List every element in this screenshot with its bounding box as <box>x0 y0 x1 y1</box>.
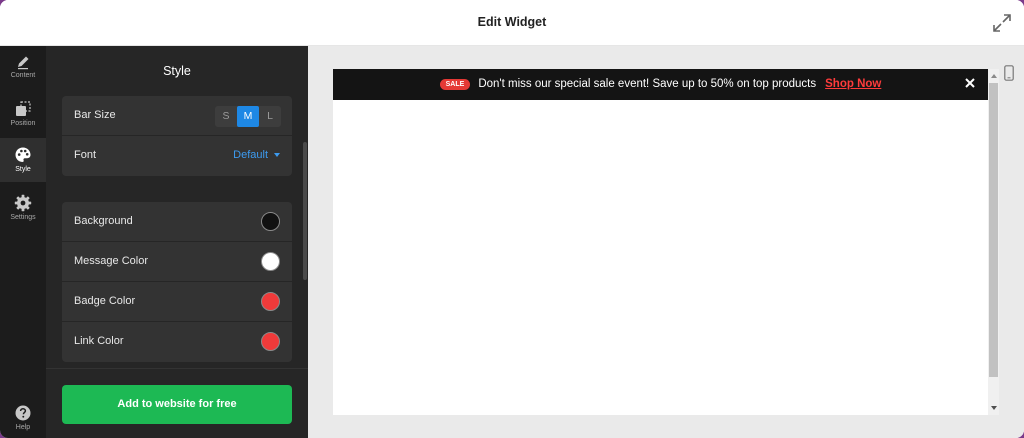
preview-area: SALE Don't miss our special sale event! S… <box>308 46 1024 438</box>
font-label: Font <box>74 149 97 161</box>
bar-size-label: Bar Size <box>74 109 116 121</box>
sidebar-item-position[interactable]: Position <box>0 92 46 136</box>
help-icon <box>15 405 31 421</box>
message-color-label: Message Color <box>74 255 148 267</box>
sidebar-item-style[interactable]: Style <box>0 138 46 182</box>
link-color-row: Link Color <box>62 322 292 362</box>
bar-size-selector: S M L <box>215 106 281 127</box>
badge-color-label: Badge Color <box>74 295 136 307</box>
background-color-row: Background <box>62 202 292 242</box>
font-row: Font Default <box>62 136 292 176</box>
mobile-icon[interactable] <box>1004 65 1014 81</box>
sidebar-item-label: Style <box>15 166 31 173</box>
gear-icon <box>14 194 32 212</box>
website-preview: SALE Don't miss our special sale event! S… <box>333 69 988 415</box>
bar-size-l-option[interactable]: L <box>259 106 281 127</box>
style-panel: Style Bar Size S M L Font Default Backgr… <box>46 46 308 438</box>
panel-scrollbar[interactable] <box>303 142 307 280</box>
badge-color-swatch[interactable] <box>261 292 280 311</box>
size-font-group: Bar Size S M L Font Default <box>62 96 292 176</box>
divider <box>46 368 308 369</box>
palette-icon <box>15 147 31 162</box>
sale-badge: SALE <box>439 79 471 90</box>
sidebar-item-label: Content <box>10 72 36 79</box>
sidebar-item-label: Settings <box>10 214 36 221</box>
add-to-website-button[interactable]: Add to website for free <box>62 385 292 424</box>
chevron-down-icon <box>274 153 280 158</box>
font-dropdown[interactable]: Default <box>233 149 280 161</box>
pencil-icon <box>18 56 29 70</box>
header-bar: Edit Widget <box>0 0 1024 46</box>
sidebar-item-help[interactable]: Help <box>0 396 46 438</box>
message-color-row: Message Color <box>62 242 292 282</box>
expand-icon[interactable] <box>992 13 1012 33</box>
panel-title: Style <box>163 64 191 78</box>
close-icon[interactable] <box>964 77 976 89</box>
announcement-bar: SALE Don't miss our special sale event! S… <box>333 69 988 100</box>
background-color-swatch[interactable] <box>261 212 280 231</box>
sidebar-item-content[interactable]: Content <box>0 46 46 90</box>
bar-size-m-option[interactable]: M <box>237 106 259 127</box>
edit-widget-window: Edit Widget Content Position Style Setti… <box>0 0 1024 438</box>
sidebar-item-label: Help <box>15 424 31 431</box>
badge-color-row: Badge Color <box>62 282 292 322</box>
link-color-swatch[interactable] <box>261 332 280 351</box>
background-color-label: Background <box>74 215 133 227</box>
sidebar-item-settings[interactable]: Settings <box>0 186 46 230</box>
font-value: Default <box>233 149 268 161</box>
link-color-label: Link Color <box>74 335 124 347</box>
position-icon <box>16 101 31 116</box>
scroll-down-icon[interactable] <box>991 406 997 410</box>
icon-sidebar: Content Position Style Settings Help <box>0 46 46 438</box>
scroll-up-icon[interactable] <box>991 74 997 78</box>
announcement-content: SALE Don't miss our special sale event! S… <box>333 78 988 90</box>
sidebar-item-label: Position <box>10 120 36 127</box>
shop-now-link[interactable]: Shop Now <box>825 78 881 90</box>
announcement-message: Don't miss our special sale event! Save … <box>478 78 817 90</box>
message-color-swatch[interactable] <box>261 252 280 271</box>
bar-size-row: Bar Size S M L <box>62 96 292 136</box>
bar-size-s-option[interactable]: S <box>215 106 237 127</box>
colors-group: Background Message Color Badge Color Lin… <box>62 202 292 362</box>
window-title: Edit Widget <box>477 15 547 29</box>
preview-scrollbar[interactable] <box>988 69 999 415</box>
scrollbar-thumb[interactable] <box>989 83 998 377</box>
